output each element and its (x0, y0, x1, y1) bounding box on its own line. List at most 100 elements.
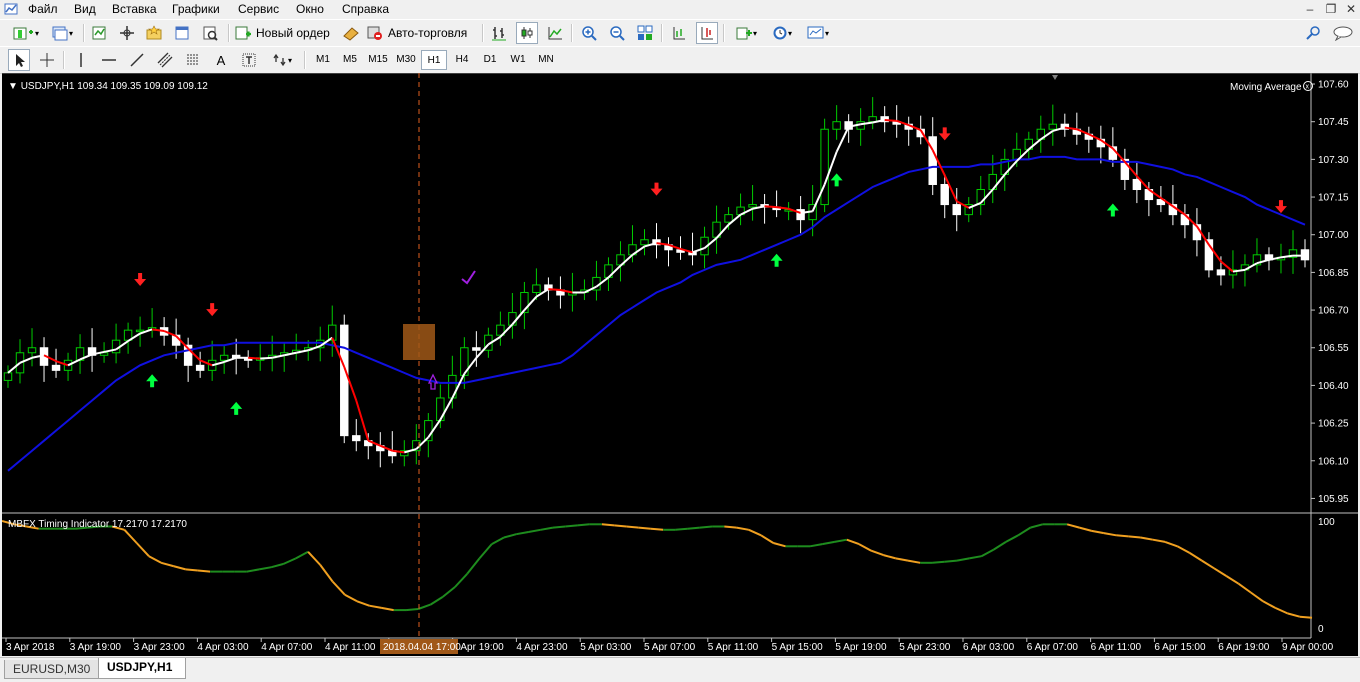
market-watch-button[interactable] (88, 22, 110, 44)
menu-insert[interactable]: Вставка (112, 2, 157, 16)
arrows-button[interactable]: ▾ (266, 49, 298, 71)
date-marker-label: 2018.04.04 17:00 (383, 642, 461, 653)
menu-charts[interactable]: Графики (172, 2, 220, 16)
x-tick-label: 5 Apr 03:00 (580, 642, 632, 653)
search-button[interactable] (1302, 22, 1324, 44)
candle-body (472, 347, 481, 351)
line-chart-button[interactable] (544, 22, 566, 44)
trendline-button[interactable] (126, 49, 148, 71)
x-tick-label: 6 Apr 19:00 (1218, 642, 1270, 653)
bar-chart-button[interactable] (488, 22, 510, 44)
metaeditor-icon (343, 27, 359, 41)
tile-windows-button[interactable] (634, 22, 656, 44)
data-window-button[interactable] (116, 22, 138, 44)
equidistant-channel-button[interactable] (154, 49, 176, 71)
terminal-button[interactable] (171, 22, 193, 44)
new-chart-button[interactable]: ▾ (8, 22, 44, 44)
indicator-segment (699, 525, 713, 529)
channel-icon (157, 52, 173, 68)
minimize-icon[interactable]: – (1303, 2, 1317, 16)
timeframe-d1[interactable]: D1 (477, 50, 503, 70)
crosshair-button[interactable] (36, 49, 58, 71)
horizontal-line-button[interactable] (98, 49, 120, 71)
tab-usdjpy[interactable]: USDJPY,H1 (98, 658, 186, 679)
search-icon (1306, 26, 1320, 40)
menu-file[interactable]: Файл (28, 2, 58, 16)
auto-trading-icon (367, 26, 382, 40)
bar-chart-icon (492, 27, 506, 41)
zoom-out-button[interactable] (606, 22, 628, 44)
indicator-segment (1128, 535, 1141, 539)
profiles-button[interactable]: ▾ (46, 22, 78, 44)
ma-close-x: x (1306, 84, 1310, 91)
timeframe-m15[interactable]: M15 (365, 50, 391, 70)
indicator-segment (405, 608, 419, 612)
indicator-segment (1116, 534, 1129, 538)
timeframe-h1[interactable]: H1 (421, 50, 447, 70)
text-button[interactable]: A (210, 49, 232, 71)
timeframe-h4[interactable]: H4 (449, 50, 475, 70)
x-tick-label: 6 Apr 07:00 (1027, 642, 1079, 653)
tab-eurusd[interactable]: EURUSD,M30 (4, 660, 100, 679)
y-tick-label: 106.85 (1318, 268, 1349, 279)
menu-view[interactable]: Вид (74, 2, 96, 16)
indicator-segment (565, 524, 578, 528)
tester-icon (203, 26, 218, 41)
menu-bar: Файл Вид Вставка Графики Сервис Окно Спр… (0, 0, 1360, 19)
candle-body (952, 204, 961, 216)
candlestick-chart-button[interactable] (516, 22, 538, 44)
timeframe-m5[interactable]: M5 (337, 50, 363, 70)
candlestick-icon (521, 27, 533, 39)
drawing-toolbar: A ▾ M1 M5 M15 M30 H1 H4 D1 W1 MN (0, 46, 1360, 74)
auto-trading-button[interactable]: Авто-торговля (366, 22, 478, 44)
chart-window[interactable]: 107.60 107.45 107.30 107.15 107.00 106.85 106.… (2, 73, 1358, 656)
candle-body (832, 121, 841, 130)
fibonacci-button[interactable] (182, 49, 204, 71)
vertical-line-button[interactable] (70, 49, 92, 71)
x-tick-label: 9 Apr 00:00 (1282, 642, 1334, 653)
autoscroll-button[interactable] (696, 22, 718, 44)
indicator-segment (687, 526, 700, 530)
indicator-segment (552, 525, 566, 529)
menu-window[interactable]: Окно (296, 2, 324, 16)
menu-tools[interactable]: Сервис (238, 2, 279, 16)
chart-shift-button[interactable] (668, 22, 690, 44)
ma-fast-segment (260, 356, 273, 360)
templates-button[interactable]: ▾ (802, 22, 834, 44)
indicator-segment (577, 523, 590, 527)
indicator-segment (1299, 615, 1313, 619)
timeframe-m30[interactable]: M30 (393, 50, 419, 70)
chat-button[interactable] (1330, 22, 1356, 44)
new-order-button[interactable]: Новый ордер (234, 22, 334, 44)
price-chart[interactable]: 107.60 107.45 107.30 107.15 107.00 106.85 106.… (2, 73, 1358, 656)
text-label-button[interactable] (238, 49, 260, 71)
cursor-button[interactable] (8, 49, 30, 71)
zoom-in-button[interactable] (578, 22, 600, 44)
x-tick-label: 5 Apr 15:00 (772, 642, 824, 653)
text-tool-icon: A (216, 52, 226, 68)
y-tick-label: 107.60 (1318, 80, 1349, 91)
navigator-button[interactable] (143, 22, 165, 44)
timeframe-m1[interactable]: M1 (310, 50, 336, 70)
x-tick-label: 4 Apr 03:00 (197, 642, 249, 653)
y-tick-label: 106.40 (1318, 381, 1349, 392)
chart-tabs: EURUSD,M30 USDJPY,H1 (0, 657, 1360, 682)
candle-body (1216, 269, 1226, 276)
metaeditor-button[interactable] (340, 22, 362, 44)
market-watch-icon (92, 26, 106, 40)
new-order-label: Новый ордер (256, 26, 330, 40)
close-icon[interactable]: ✕ (1344, 2, 1358, 16)
arrows-icon (273, 53, 286, 67)
indicator-segment (601, 523, 615, 527)
candle-body (532, 284, 541, 293)
candle-body (27, 347, 37, 354)
restore-icon[interactable]: ❐ (1324, 2, 1338, 16)
menu-help[interactable]: Справка (342, 2, 389, 16)
timeframe-w1[interactable]: W1 (505, 50, 531, 70)
candle-body (219, 354, 229, 361)
tester-button[interactable] (199, 22, 221, 44)
chat-icon (1333, 26, 1353, 41)
periods-button[interactable]: ▾ (766, 22, 798, 44)
timeframe-mn[interactable]: MN (533, 50, 559, 70)
indicators-button[interactable]: ▾ (730, 22, 762, 44)
